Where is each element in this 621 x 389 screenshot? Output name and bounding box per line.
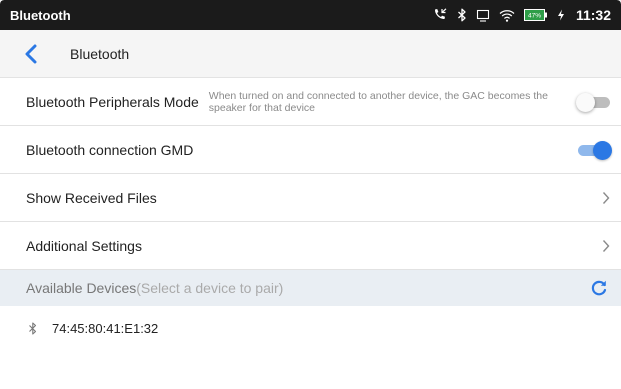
refresh-icon: [591, 280, 607, 296]
battery-level-text: 47%: [528, 13, 541, 20]
peripherals-mode-row[interactable]: Bluetooth Peripherals Mode When turned o…: [0, 78, 621, 126]
bluetooth-settings-screen: Bluetooth 47% 11:32 Bluetooth Bluetooth …: [0, 0, 621, 389]
additional-settings-label: Additional Settings: [26, 237, 142, 254]
peripherals-mode-label: Bluetooth Peripherals Mode: [26, 93, 199, 110]
bluetooth-icon: [457, 8, 467, 22]
chevron-right-icon: [600, 238, 612, 254]
chevron-right-icon: [600, 190, 612, 206]
received-files-label: Show Received Files: [26, 189, 157, 206]
connection-gmd-label: Bluetooth connection GMD: [26, 141, 194, 158]
status-clock: 11:32: [575, 7, 611, 23]
bluetooth-icon: [28, 321, 40, 335]
phone-call-icon: [432, 8, 448, 22]
peripherals-mode-description: When turned on and connected to another …: [208, 89, 548, 114]
toggle-knob: [593, 140, 612, 160]
status-icons: 47% 11:32: [432, 7, 611, 23]
chevron-left-icon: [25, 44, 37, 63]
app-header: Bluetooth: [0, 30, 621, 78]
toggle-knob: [576, 92, 595, 112]
available-devices-header: Available Devices (Select a device to pai…: [0, 270, 621, 306]
connection-gmd-row[interactable]: Bluetooth connection GMD: [0, 126, 621, 174]
available-devices-hint: (Select a device to pair): [136, 280, 284, 296]
device-list-item[interactable]: 74:45:80:41:E1:32: [0, 306, 621, 350]
charging-icon: [557, 9, 565, 21]
peripherals-mode-toggle[interactable]: [576, 92, 612, 112]
available-devices-title: Available Devices: [26, 280, 137, 296]
connection-gmd-toggle[interactable]: [576, 140, 612, 160]
received-files-row[interactable]: Show Received Files: [0, 174, 621, 222]
back-button[interactable]: [24, 43, 42, 65]
screen-cast-icon: [476, 9, 490, 22]
wifi-icon: [499, 9, 515, 22]
device-name: 74:45:80:41:E1:32: [52, 320, 159, 336]
page-title: Bluetooth: [70, 45, 130, 62]
status-bar: Bluetooth 47% 11:32: [0, 0, 621, 30]
status-bar-title: Bluetooth: [10, 7, 71, 23]
refresh-button[interactable]: [589, 278, 609, 298]
battery-icon: 47%: [523, 9, 548, 21]
additional-settings-row[interactable]: Additional Settings: [0, 222, 621, 270]
